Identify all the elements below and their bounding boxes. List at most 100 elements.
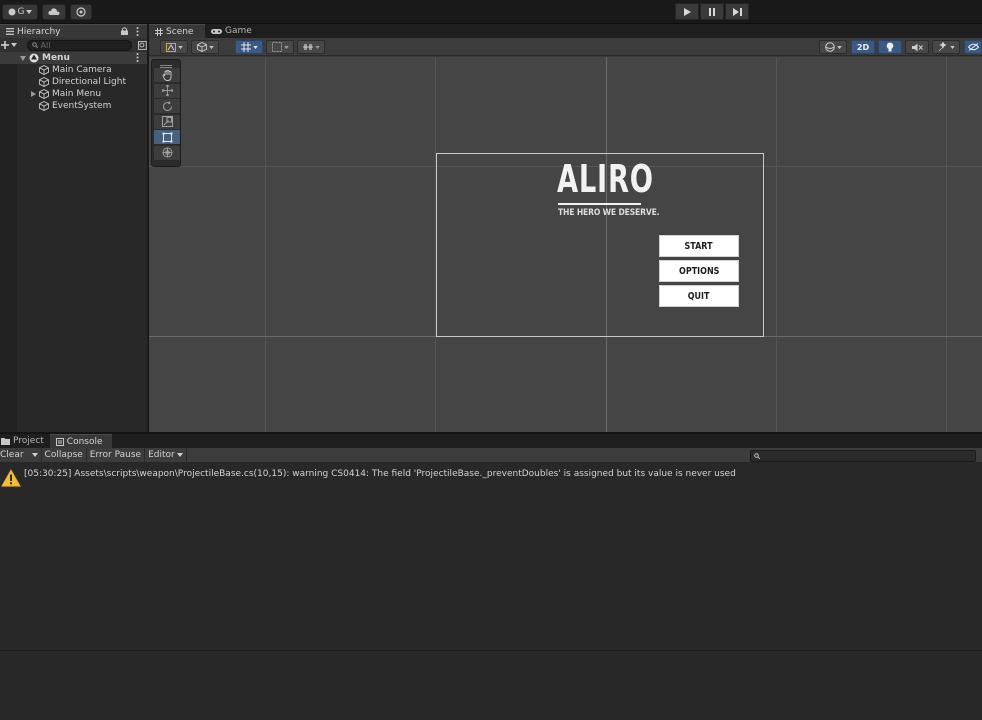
scene-viewport[interactable]: ALIRO THE HERO WE DESERVE. START OPTIONS…: [149, 57, 982, 432]
tab-scene-label: Scene: [166, 26, 194, 37]
account-dropdown[interactable]: G: [2, 4, 38, 20]
hand-tool[interactable]: [154, 68, 180, 82]
hierarchy-panel: Hierarchy All Menu Main Camera Direction…: [0, 24, 148, 432]
chevron-down-icon: [176, 453, 183, 457]
console-details-pane: [0, 650, 982, 720]
scale-tool[interactable]: [154, 114, 180, 129]
collapse-label: Collapse: [44, 450, 83, 460]
tree-item[interactable]: Main Menu: [0, 88, 147, 100]
lighting-toggle[interactable]: [878, 40, 902, 54]
tree-item-label: Directional Light: [52, 77, 126, 87]
scene-visibility-toggle[interactable]: [964, 40, 982, 54]
options-button[interactable]: OPTIONS: [659, 260, 739, 282]
rect-tool[interactable]: [154, 130, 180, 144]
pause-icon: [709, 7, 715, 16]
editor-dropdown[interactable]: Editor: [145, 447, 187, 463]
game-tagline: THE HERO WE DESERVE.: [558, 208, 660, 218]
error-pause-label: Error Pause: [89, 450, 142, 460]
move-tool[interactable]: [154, 83, 180, 98]
rotate-tool[interactable]: [154, 99, 180, 113]
create-button[interactable]: [1, 41, 21, 49]
toggle-2d-button[interactable]: 2D: [851, 40, 875, 54]
chevron-down-icon: [177, 45, 183, 49]
settings-icon: [76, 7, 86, 17]
align-dropdown[interactable]: [297, 40, 325, 54]
gameobject-icon: [39, 89, 49, 99]
search-icon: [31, 42, 38, 48]
audio-toggle[interactable]: [905, 40, 929, 54]
hierarchy-search-input[interactable]: All: [26, 39, 133, 51]
transform-icon: [162, 147, 172, 158]
chevron-down-icon: [26, 10, 33, 14]
search-options-icon[interactable]: [138, 40, 148, 50]
start-button[interactable]: START: [659, 235, 739, 257]
cube-icon: [196, 42, 207, 52]
play-button[interactable]: [675, 3, 699, 20]
plus-icon: [1, 41, 9, 49]
play-icon: [684, 7, 691, 16]
hierarchy-search-row: All: [0, 38, 148, 52]
snap-dropdown[interactable]: [235, 40, 263, 54]
error-pause-toggle[interactable]: Error Pause: [87, 447, 146, 463]
hand-icon: [162, 69, 171, 81]
tree-gutter: [0, 62, 17, 432]
hierarchy-tabbar: Hierarchy: [0, 24, 147, 38]
cloud-icon: [48, 8, 60, 15]
align-icon: [302, 44, 313, 50]
grid-line: [946, 57, 947, 432]
search-placeholder: All: [40, 40, 51, 50]
cloud-button[interactable]: [42, 4, 66, 20]
tab-scene[interactable]: Scene: [149, 24, 205, 38]
tree-item[interactable]: Directional Light: [0, 76, 147, 88]
collab-button[interactable]: [70, 4, 92, 20]
account-label: G: [17, 7, 25, 17]
effects-icon: [938, 42, 947, 52]
increment-snap-dropdown[interactable]: [266, 40, 294, 54]
tab-hierarchy-label: Hierarchy: [17, 26, 61, 37]
options-button-label: OPTIONS: [678, 265, 720, 277]
logo-underline: [558, 203, 641, 205]
console-log-row[interactable]: [05:30:25] Assets\scripts\weapon\Project…: [0, 466, 982, 490]
tab-project-label: Project: [13, 436, 44, 446]
scene-tabbar: Scene Game: [149, 24, 982, 38]
tree-item[interactable]: Main Camera: [0, 64, 147, 76]
console-tabbar: Project Console: [0, 434, 982, 448]
gameobject-dropdown[interactable]: [191, 40, 219, 54]
tab-hierarchy[interactable]: Hierarchy: [0, 24, 147, 38]
warning-icon: [1, 469, 21, 487]
expand-arrow-icon[interactable]: [20, 55, 26, 61]
tab-console[interactable]: Console: [49, 434, 112, 448]
play-controls: [675, 3, 749, 20]
effects-dropdown[interactable]: [932, 40, 960, 54]
chevron-down-icon: [283, 45, 289, 49]
chevron-down-icon: [208, 45, 214, 49]
draw-mode-dropdown[interactable]: [160, 40, 188, 54]
quit-button[interactable]: QUIT: [659, 285, 739, 307]
console-search-input[interactable]: [750, 450, 976, 462]
rotate-icon: [162, 100, 172, 111]
more-options-icon[interactable]: [136, 27, 139, 36]
tab-project[interactable]: Project: [0, 434, 50, 448]
audio-mute-icon: [911, 43, 923, 51]
collapse-toggle[interactable]: Collapse: [42, 447, 87, 463]
lock-icon[interactable]: [121, 27, 128, 35]
camera-mode-dropdown[interactable]: [819, 40, 847, 54]
chevron-down-icon: [11, 43, 17, 47]
tree-item[interactable]: EventSystem: [0, 100, 147, 112]
pause-button[interactable]: [700, 3, 724, 20]
tree-item-label: Main Menu: [52, 89, 102, 99]
more-options-icon[interactable]: [136, 53, 139, 62]
step-button[interactable]: [725, 3, 749, 20]
tab-game[interactable]: Game: [205, 24, 258, 38]
transform-tool[interactable]: [154, 145, 180, 160]
rect-transform-icon: [162, 132, 172, 142]
clear-dropdown[interactable]: Clear: [0, 447, 42, 463]
console-icon: [55, 437, 64, 446]
tab-game-label: Game: [225, 26, 252, 36]
chevron-down-icon: [314, 45, 320, 49]
grid-line: [776, 57, 777, 432]
scene-root-menu[interactable]: Menu: [0, 52, 147, 64]
hierarchy-tree: Menu Main Camera Directional Light Main …: [0, 52, 147, 112]
expand-arrow-icon[interactable]: [31, 91, 36, 97]
main-toolbar: G: [0, 0, 982, 24]
